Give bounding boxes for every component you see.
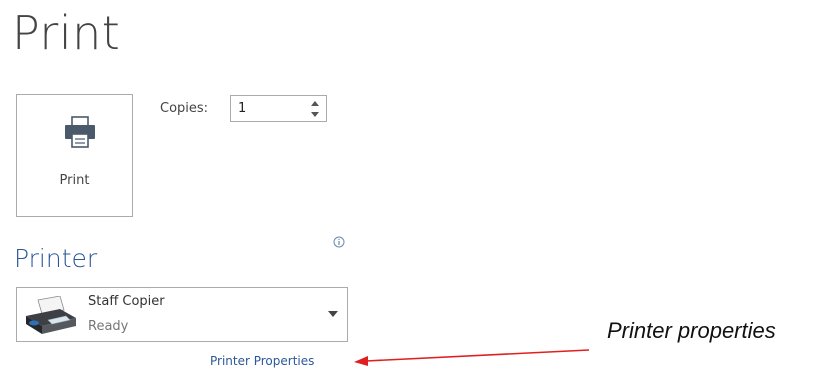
annotation-label: Printer properties bbox=[607, 318, 776, 343]
printer-status: Ready bbox=[88, 319, 129, 334]
printer-properties-link[interactable]: Printer Properties bbox=[210, 354, 314, 368]
print-button-label: Print bbox=[59, 173, 90, 188]
printer-device-icon bbox=[26, 296, 76, 334]
spin-down-icon[interactable] bbox=[307, 109, 323, 121]
printer-section-heading: Printer bbox=[14, 244, 98, 273]
printer-select-dropdown[interactable]: Staff Copier Ready bbox=[16, 287, 348, 342]
copies-input[interactable] bbox=[231, 96, 303, 121]
copies-label: Copies: bbox=[160, 101, 209, 116]
printer-icon bbox=[65, 116, 95, 148]
print-backstage-page: Print Print Copies: Printer bbox=[0, 0, 815, 373]
printer-name: Staff Copier bbox=[88, 294, 165, 309]
page-title: Print bbox=[12, 6, 121, 60]
spin-up-icon[interactable] bbox=[307, 97, 323, 109]
chevron-down-icon bbox=[328, 311, 338, 317]
print-button[interactable]: Print bbox=[16, 94, 133, 217]
copies-stepper bbox=[230, 95, 327, 122]
annotation-arrow bbox=[354, 349, 590, 366]
info-icon[interactable] bbox=[333, 236, 345, 248]
